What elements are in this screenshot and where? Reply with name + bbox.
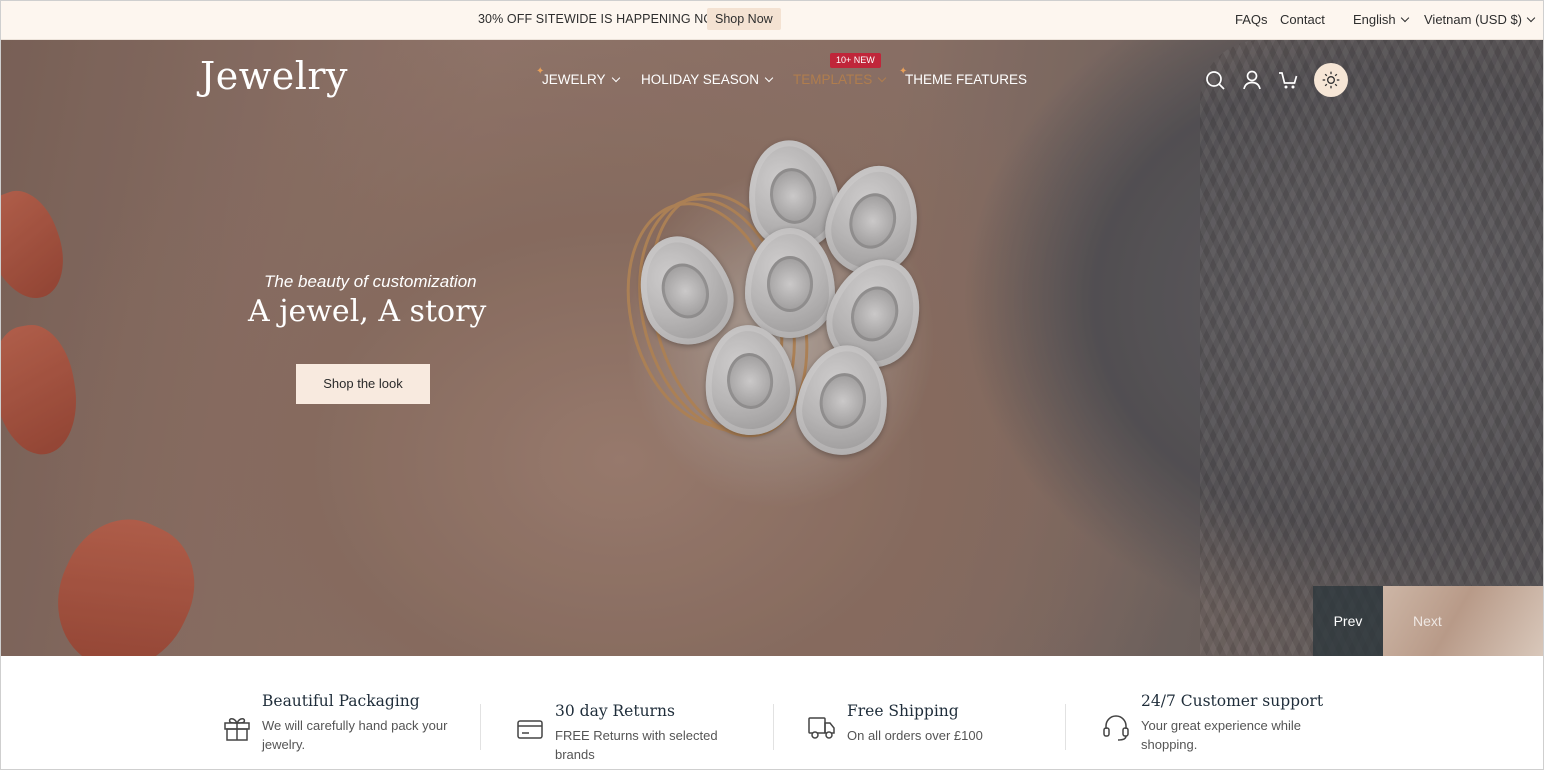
feature-packaging: Beautiful Packaging We will carefully ha… xyxy=(222,692,452,754)
sun-icon xyxy=(1322,71,1340,89)
divider xyxy=(1065,704,1066,750)
nav-holiday-label: HOLIDAY SEASON xyxy=(641,72,760,87)
prev-slide-button[interactable]: Prev xyxy=(1313,586,1383,656)
nav-templates[interactable]: TEMPLATES xyxy=(793,72,887,87)
feature-text: Your great experience while shopping. xyxy=(1141,718,1301,752)
feature-text: On all orders over £100 xyxy=(847,728,983,743)
currency-selector[interactable]: Vietnam (USD $) xyxy=(1424,12,1536,27)
chevron-down-icon xyxy=(611,73,620,83)
feature-title: 30 day Returns xyxy=(555,702,675,720)
feature-support: 24/7 Customer support Your great experie… xyxy=(1101,692,1331,754)
chevron-down-icon xyxy=(1400,13,1409,23)
gift-icon xyxy=(224,718,250,741)
new-badge: 10+ NEW xyxy=(830,53,881,68)
feature-title: Beautiful Packaging xyxy=(262,692,420,710)
announcement-bar: 30% OFF SITEWIDE IS HAPPENING NOW! Shop … xyxy=(0,0,1544,40)
nav-holiday-season[interactable]: HOLIDAY SEASON xyxy=(641,72,774,87)
nav-theme-features-label: THEME FEATURES xyxy=(905,72,1028,87)
chevron-down-icon xyxy=(878,73,887,83)
divider xyxy=(480,704,481,750)
next-slide-button[interactable]: Next xyxy=(1383,586,1544,656)
feature-title: Free Shipping xyxy=(847,702,959,720)
nav-jewelry-label: JEWELRY xyxy=(542,72,606,87)
language-selector[interactable]: English xyxy=(1353,12,1409,27)
feature-shipping: Free Shipping On all orders over £100 xyxy=(807,702,1037,745)
hero-overlay xyxy=(0,40,1544,656)
hero-banner: The beauty of customization A jewel, A s… xyxy=(0,40,1544,656)
currency-label: Vietnam (USD $) xyxy=(1424,12,1523,27)
chevron-down-icon xyxy=(1526,13,1536,23)
faqs-link[interactable]: FAQs xyxy=(1235,12,1268,27)
chevron-down-icon xyxy=(764,73,774,83)
divider xyxy=(773,704,774,750)
hero-tagline: The beauty of customization xyxy=(264,272,477,291)
shop-now-button[interactable]: Shop Now xyxy=(707,8,781,30)
cart-icon[interactable] xyxy=(1276,68,1300,92)
site-logo[interactable]: Jewelry xyxy=(200,54,348,98)
feature-title: 24/7 Customer support xyxy=(1141,692,1324,710)
nav-theme-features[interactable]: THEME FEATURES xyxy=(905,72,1027,87)
feature-text: We will carefully hand pack your jewelry… xyxy=(262,718,448,752)
nav-templates-label: TEMPLATES xyxy=(793,72,873,87)
headset-icon xyxy=(1103,715,1129,741)
card-icon xyxy=(517,720,543,739)
nav-jewelry[interactable]: JEWELRY xyxy=(542,72,620,87)
contact-link[interactable]: Contact xyxy=(1280,12,1325,27)
truck-icon xyxy=(808,717,835,739)
language-label: English xyxy=(1353,12,1396,27)
hero-headline: A jewel, A story xyxy=(248,294,487,329)
promo-text: 30% OFF SITEWIDE IS HAPPENING NOW! xyxy=(478,12,729,26)
theme-toggle-button[interactable] xyxy=(1314,63,1348,97)
shop-the-look-button[interactable]: Shop the look xyxy=(296,364,430,404)
account-icon[interactable] xyxy=(1240,68,1264,92)
search-icon[interactable] xyxy=(1203,68,1227,92)
feature-text: FREE Returns with selected brands xyxy=(555,728,718,762)
feature-returns: 30 day Returns FREE Returns with selecte… xyxy=(515,702,755,764)
